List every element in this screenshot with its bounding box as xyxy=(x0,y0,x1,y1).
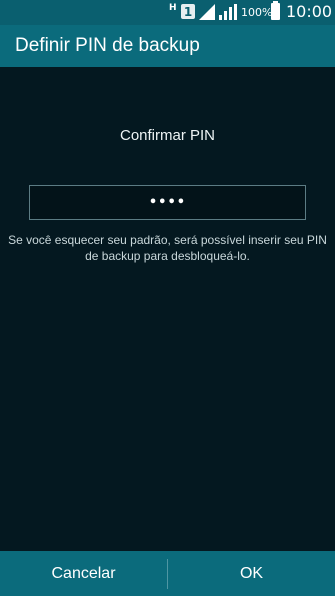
sim-1-icon: 1 xyxy=(181,4,195,19)
bottom-button-bar: Cancelar OK xyxy=(0,551,335,596)
backup-pin-hint: Se você esquecer seu padrão, será possív… xyxy=(8,233,327,263)
ok-button[interactable]: OK xyxy=(168,551,335,596)
page-title: Definir PIN de backup xyxy=(15,35,200,56)
battery-icon xyxy=(271,1,280,20)
cancel-button[interactable]: Cancelar xyxy=(0,551,167,596)
confirm-pin-label: Confirmar PIN xyxy=(119,127,216,144)
signal-icon xyxy=(219,4,237,20)
network-type-indicator: H xyxy=(169,3,177,13)
signal-icon xyxy=(199,4,215,20)
status-bar: H 1 100% 10:00 xyxy=(0,0,335,25)
action-bar: Definir PIN de backup xyxy=(0,25,335,67)
status-time: 10:00 xyxy=(286,2,333,21)
screen: H 1 100% 10:00 Definir PIN de backup Con… xyxy=(0,0,335,596)
pin-input[interactable]: •••• xyxy=(29,185,306,220)
battery-percent: 100% xyxy=(241,6,273,19)
